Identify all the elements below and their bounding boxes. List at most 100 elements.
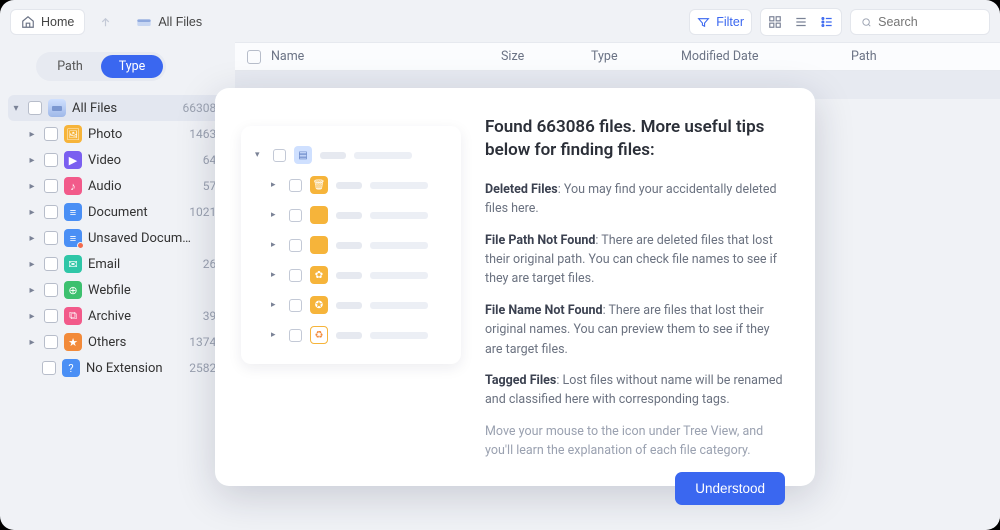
photo-icon: 🖼: [64, 125, 82, 143]
folder-icon: [310, 206, 328, 224]
sidebar-item-unsaved[interactable]: ▸ ≡ Unsaved Docum… 7: [8, 225, 229, 251]
tip-deleted: Deleted Files: You may find your acciden…: [485, 180, 785, 219]
folder-icon: [310, 236, 328, 254]
pill-path[interactable]: Path: [39, 55, 101, 78]
pill-type[interactable]: Type: [101, 55, 163, 78]
tip-name-not-found: File Name Not Found: There are files tha…: [485, 301, 785, 359]
up-arrow-icon: [99, 16, 112, 29]
folder-gear-icon: ✿: [310, 266, 328, 284]
sidebar-item-email[interactable]: ▸ ✉ Email 260: [8, 251, 229, 277]
archive-icon: ⧉: [64, 307, 82, 325]
sidebar-item-document[interactable]: ▸ ≡ Document 10219: [8, 199, 229, 225]
checkbox[interactable]: [44, 127, 58, 141]
col-size[interactable]: Size: [501, 49, 591, 64]
sidebar-item-label: Unsaved Docum…: [88, 231, 210, 246]
table-header: Name Size Type Modified Date Path: [235, 42, 1000, 71]
modal-illustration: ▾▤ ▸🗑 ▸ ▸ ▸✿ ▸✪ ▸♻: [241, 126, 461, 364]
unsaved-doc-icon: ≡: [64, 229, 82, 247]
sidebar-item-noext[interactable]: ? No Extension 25827: [8, 355, 229, 381]
home-icon: [21, 15, 35, 29]
checkbox[interactable]: [44, 283, 58, 297]
search-box[interactable]: [850, 9, 990, 35]
drive-icon: [136, 15, 152, 29]
drive-icon: [48, 99, 66, 117]
view-detail-button[interactable]: [816, 12, 838, 32]
sidebar: Path Type ▾ All Files 663086 ▸ 🖼: [0, 42, 235, 528]
tip-path-not-found: File Path Not Found: There are deleted f…: [485, 231, 785, 289]
checkbox[interactable]: [28, 101, 42, 115]
app-window: Home All Files Filter: [0, 0, 1000, 530]
audio-icon: ♪: [64, 177, 82, 195]
email-icon: ✉: [64, 255, 82, 273]
col-path[interactable]: Path: [851, 49, 988, 64]
sidebar-item-label: Audio: [88, 179, 197, 194]
sidebar-item-label: Email: [88, 257, 197, 272]
folder-recycle-icon: ♻: [310, 326, 328, 344]
understood-button[interactable]: Understood: [675, 472, 785, 505]
sidebar-mode-toggle: Path Type: [36, 52, 166, 81]
checkbox[interactable]: [44, 205, 58, 219]
col-type[interactable]: Type: [591, 49, 681, 64]
expand-icon[interactable]: ▸: [26, 311, 38, 322]
webfile-icon: ⊕: [64, 281, 82, 299]
filter-button[interactable]: Filter: [689, 9, 752, 35]
sidebar-item-others[interactable]: ▸ ★ Others 13749: [8, 329, 229, 355]
list-icon: [794, 15, 808, 29]
folder-trash-icon: 🗑: [310, 176, 328, 194]
expand-icon[interactable]: ▸: [26, 155, 38, 166]
filter-icon: [697, 16, 710, 29]
checkbox[interactable]: [44, 231, 58, 245]
up-button: [93, 11, 118, 34]
search-icon: [861, 16, 872, 29]
video-icon: ▶: [64, 151, 82, 169]
expand-icon[interactable]: ▾: [10, 103, 22, 114]
search-input[interactable]: [878, 15, 979, 29]
expand-icon[interactable]: ▸: [26, 337, 38, 348]
sidebar-item-video[interactable]: ▸ ▶ Video 645: [8, 147, 229, 173]
sidebar-item-audio[interactable]: ▸ ♪ Audio 573: [8, 173, 229, 199]
home-label: Home: [41, 15, 74, 29]
tips-modal: ▾▤ ▸🗑 ▸ ▸ ▸✿ ▸✪ ▸♻ Found 663086 files. M…: [215, 88, 815, 486]
sidebar-tree: ▾ All Files 663086 ▸ 🖼 Photo 14630: [8, 95, 229, 381]
expand-icon[interactable]: ▸: [26, 129, 38, 140]
view-list-button[interactable]: [790, 12, 812, 32]
sidebar-item-label: All Files: [72, 101, 177, 116]
grid-icon: [768, 15, 782, 29]
sidebar-item-label: No Extension: [86, 361, 183, 376]
detail-list-icon: [820, 15, 834, 29]
breadcrumb-label: All Files: [158, 15, 202, 29]
tip-tagged: Tagged Files: Lost files without name wi…: [485, 371, 785, 410]
breadcrumb[interactable]: All Files: [126, 10, 212, 34]
sidebar-item-label: Others: [88, 335, 183, 350]
checkbox[interactable]: [44, 309, 58, 323]
sidebar-item-all[interactable]: ▾ All Files 663086: [8, 95, 229, 121]
checkbox[interactable]: [44, 257, 58, 271]
modal-title: Found 663086 files. More useful tips bel…: [485, 116, 785, 162]
sidebar-item-photo[interactable]: ▸ 🖼 Photo 14630: [8, 121, 229, 147]
folder-tag-icon: ✪: [310, 296, 328, 314]
expand-icon[interactable]: ▸: [26, 181, 38, 192]
expand-icon[interactable]: ▸: [26, 233, 38, 244]
checkbox[interactable]: [44, 335, 58, 349]
sidebar-item-label: Document: [88, 205, 183, 220]
checkbox[interactable]: [44, 179, 58, 193]
select-all-checkbox[interactable]: [247, 50, 261, 64]
home-button[interactable]: Home: [10, 9, 85, 35]
expand-icon[interactable]: ▸: [26, 259, 38, 270]
expand-icon[interactable]: ▸: [26, 207, 38, 218]
unknown-icon: ?: [62, 359, 80, 377]
modal-content: Found 663086 files. More useful tips bel…: [485, 116, 785, 464]
sidebar-item-label: Video: [88, 153, 197, 168]
expand-icon[interactable]: ▸: [26, 285, 38, 296]
warning-dot-icon: [77, 242, 84, 249]
sidebar-item-webfile[interactable]: ▸ ⊕ Webfile: [8, 277, 229, 303]
sidebar-item-label: Webfile: [88, 283, 217, 298]
col-date[interactable]: Modified Date: [681, 49, 851, 64]
checkbox[interactable]: [44, 153, 58, 167]
col-name[interactable]: Name: [271, 49, 501, 64]
checkbox[interactable]: [42, 361, 56, 375]
modal-hint: Move your mouse to the icon under Tree V…: [485, 422, 785, 461]
sidebar-item-archive[interactable]: ▸ ⧉ Archive 395: [8, 303, 229, 329]
view-grid-button[interactable]: [764, 12, 786, 32]
sidebar-item-label: Photo: [88, 127, 183, 142]
